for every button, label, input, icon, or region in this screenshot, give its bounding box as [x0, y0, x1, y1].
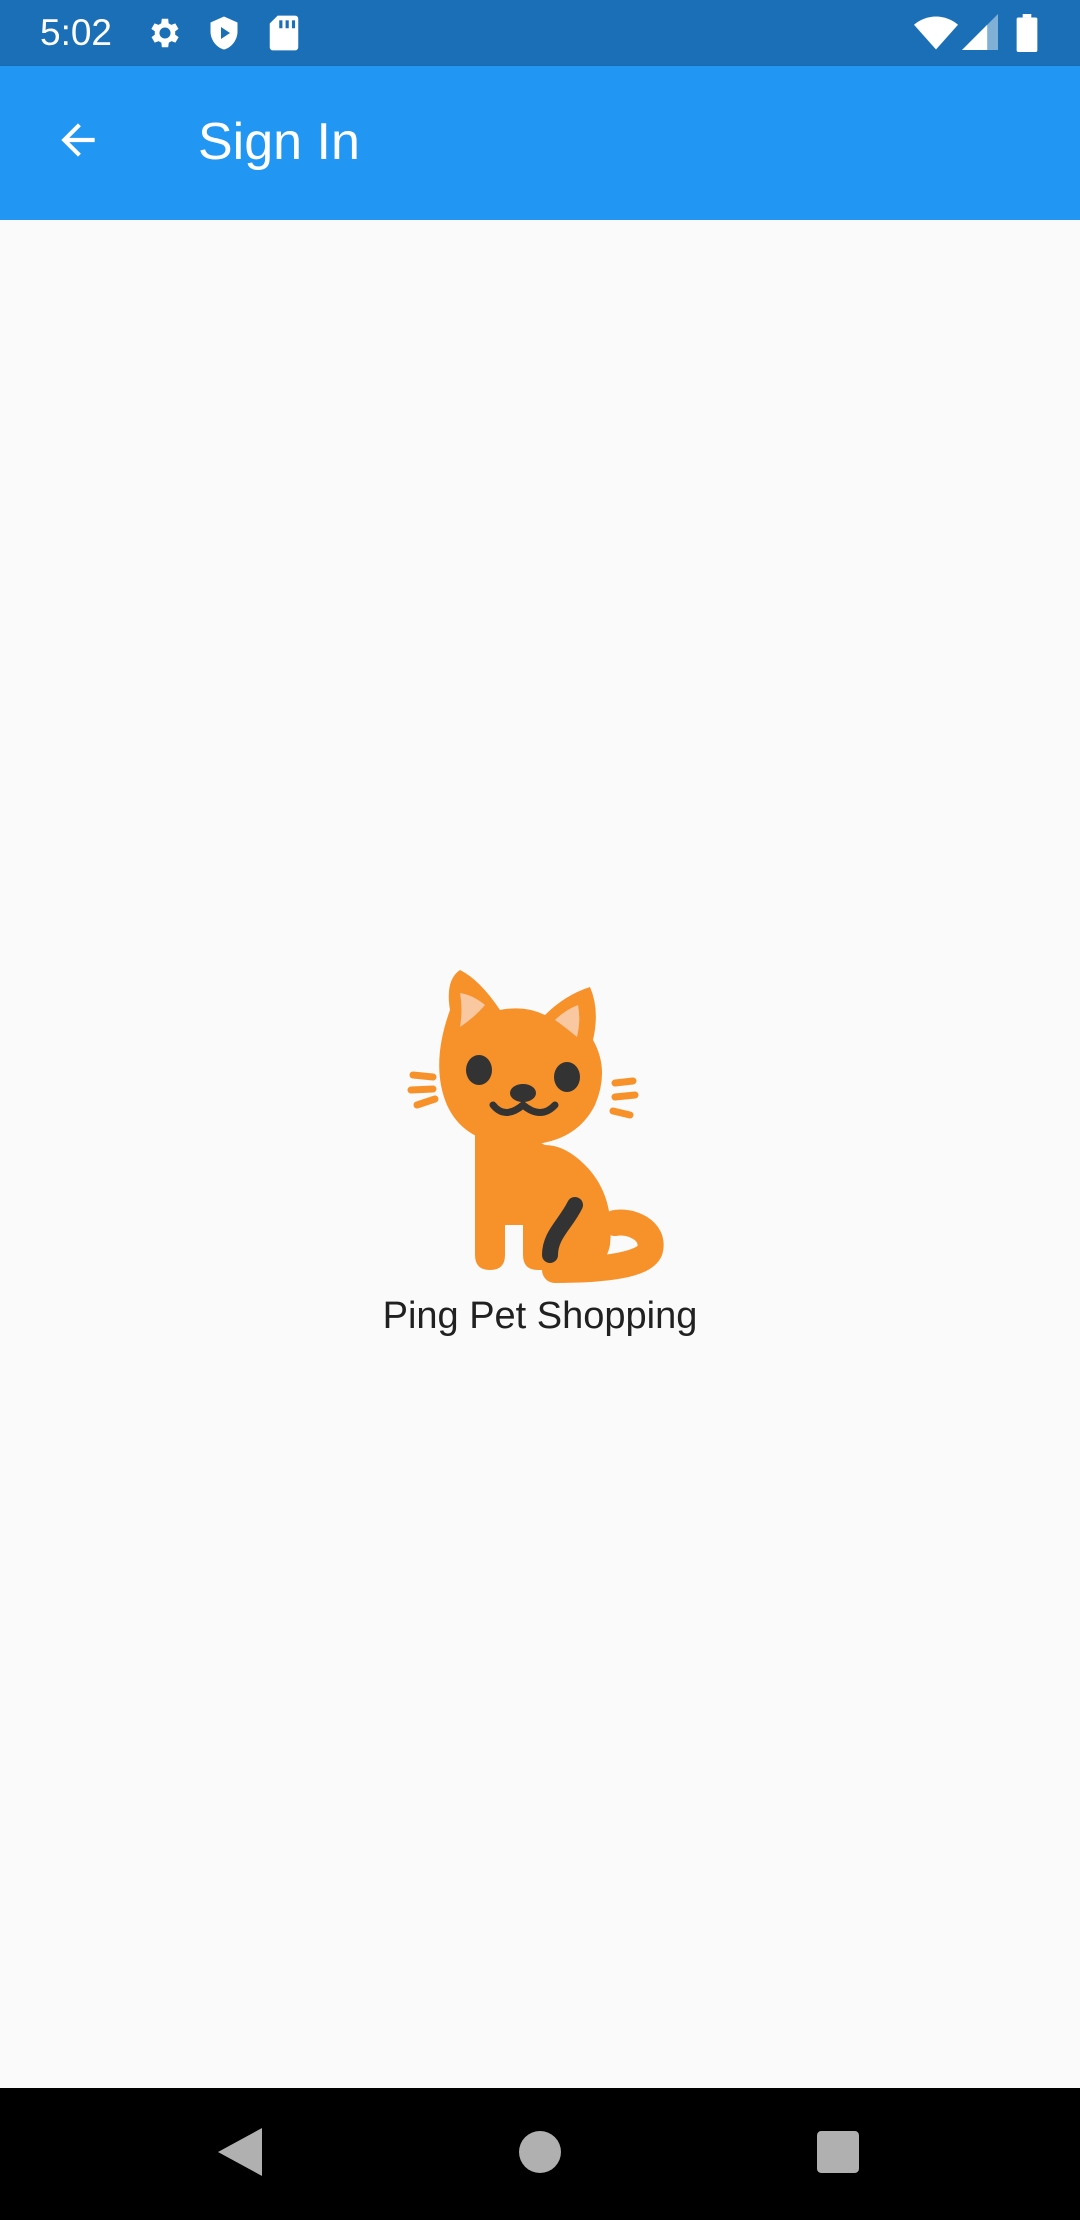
back-button[interactable] [36, 100, 120, 184]
cell-signal-icon [962, 14, 998, 55]
system-nav-bar [0, 2088, 1080, 2220]
sd-card-icon [268, 14, 300, 57]
back-triangle-icon [218, 2127, 262, 2181]
wifi-icon [914, 16, 958, 55]
shield-play-icon [206, 14, 242, 57]
app-bar: Sign In [0, 66, 1080, 220]
nav-back-button[interactable] [204, 2118, 276, 2190]
page-title: Sign In [198, 113, 360, 171]
nav-home-button[interactable] [504, 2118, 576, 2190]
recents-square-icon [817, 2130, 859, 2178]
status-time: 5:02 [40, 12, 113, 53]
nav-recents-button[interactable] [802, 2118, 874, 2190]
app-name: Ping Pet Shopping [382, 1295, 698, 1337]
status-bar: 5:02 [0, 0, 1080, 66]
cat-icon [405, 965, 675, 1525]
main-content: Ping Pet Shopping [0, 220, 1080, 2088]
home-circle-icon [519, 2130, 561, 2178]
arrow-back-icon [53, 115, 103, 170]
gear-icon [146, 14, 184, 57]
battery-icon [1016, 14, 1038, 57]
